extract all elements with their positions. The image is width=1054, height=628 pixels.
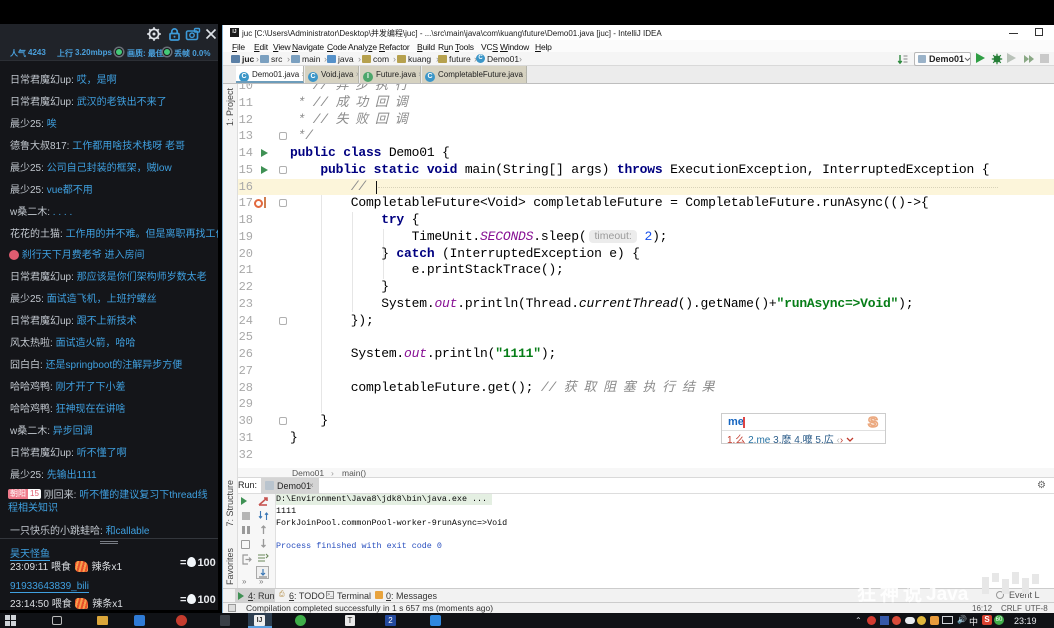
svg-text:S: S: [868, 414, 878, 430]
